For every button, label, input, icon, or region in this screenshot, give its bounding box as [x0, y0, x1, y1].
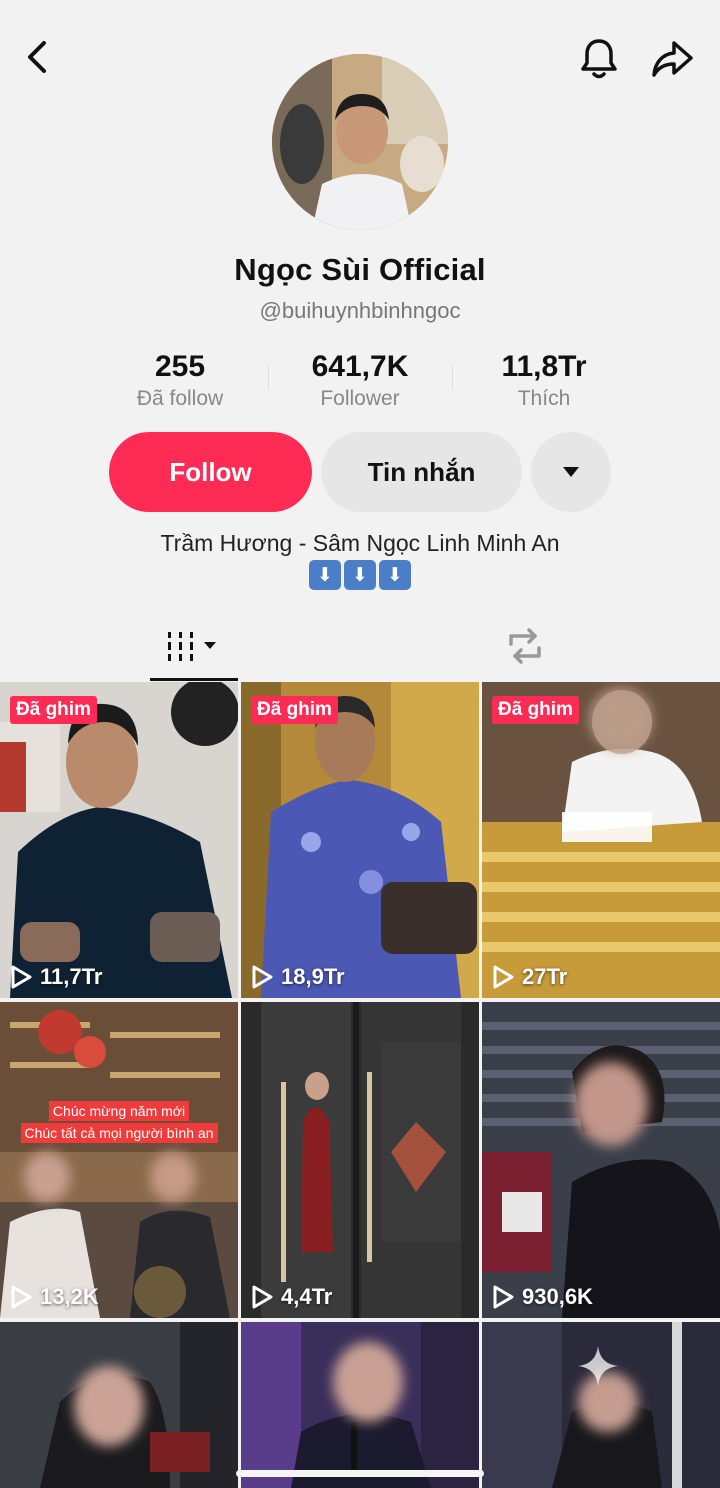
stat-divider	[452, 366, 453, 390]
blurred-face	[590, 688, 652, 750]
view-count: 13,2K	[10, 1284, 99, 1310]
back-button[interactable]	[14, 34, 60, 80]
bio-emoji-row: ⬇ ⬇ ⬇	[0, 560, 720, 590]
video-thumbnail[interactable]: Đã ghim 11,7Tr	[0, 682, 238, 998]
more-options-button[interactable]	[531, 432, 611, 512]
caret-down-icon	[563, 467, 579, 477]
stat-followers-label: Follower	[320, 387, 400, 410]
home-indicator[interactable]	[236, 1470, 484, 1477]
down-arrow-emoji-icon: ⬇	[309, 560, 341, 590]
stat-followers[interactable]: 641,7K Follower	[280, 348, 440, 412]
profile-bio: Trầm Hương - Sâm Ngọc Linh Minh An	[160, 530, 560, 556]
view-count-value: 27Tr	[522, 964, 568, 989]
pinned-badge: Đã ghim	[10, 696, 97, 724]
video-thumbnail-image	[241, 682, 479, 998]
stat-following-value: 255	[154, 350, 206, 383]
message-button[interactable]: Tin nhắn	[321, 432, 522, 512]
video-caption: Chúc mừng năm mới Chúc tất cả mọi người …	[12, 1100, 226, 1144]
play-icon	[11, 1285, 32, 1309]
view-count-value: 11,7Tr	[40, 964, 103, 989]
play-icon	[252, 965, 273, 989]
view-count: 27Tr	[492, 964, 567, 990]
follow-button[interactable]: Follow	[109, 432, 312, 512]
view-count-value: 13,2K	[40, 1284, 99, 1309]
share-arrow-icon	[652, 41, 693, 77]
view-count: 11,7Tr	[10, 964, 102, 990]
stat-divider	[268, 366, 269, 390]
video-caption-line: Chúc tất cả mọi người bình an	[20, 1123, 218, 1143]
blurred-face	[150, 1152, 196, 1202]
share-button[interactable]	[646, 34, 698, 84]
stat-following-label: Đã follow	[136, 387, 224, 410]
active-tab-indicator	[150, 678, 238, 681]
video-grid: Đã ghim 11,7Tr Đã ghim 18,9Tr Đã ghim 27…	[0, 682, 720, 1488]
video-thumbnail-image	[482, 1002, 720, 1318]
video-thumbnail[interactable]: Đã ghim 27Tr	[482, 682, 720, 998]
play-icon	[11, 965, 32, 989]
play-icon	[493, 1285, 514, 1309]
play-icon	[493, 965, 514, 989]
view-count: 930,6K	[492, 1284, 593, 1310]
video-thumbnail[interactable]	[482, 1322, 720, 1488]
view-count: 18,9Tr	[251, 964, 345, 990]
sparkle-icon	[578, 1346, 618, 1386]
content-tabs	[0, 614, 720, 680]
video-thumbnail[interactable]: 930,6K	[482, 1002, 720, 1318]
blurred-face	[74, 1366, 144, 1446]
down-arrow-emoji-icon: ⬇	[344, 560, 376, 590]
profile-name: Ngọc Sùi Official	[234, 252, 486, 287]
video-caption-line: Chúc mừng năm mới	[48, 1101, 190, 1121]
video-thumbnail-image	[241, 1002, 479, 1318]
blurred-face	[24, 1152, 70, 1202]
avatar-image	[272, 54, 448, 230]
chevron-left-icon	[28, 41, 46, 73]
profile-avatar[interactable]	[272, 54, 448, 230]
blurred-face	[574, 1062, 648, 1146]
pinned-badge: Đã ghim	[492, 696, 579, 724]
view-count: 4,4Tr	[251, 1284, 332, 1310]
play-icon	[252, 1285, 273, 1309]
stat-likes-label: Thích	[517, 387, 571, 410]
profile-stats: 255 Đã follow 641,7K Follower 11,8Tr Thí…	[100, 348, 620, 418]
video-thumbnail[interactable]: Chúc mừng năm mới Chúc tất cả mọi người …	[0, 1002, 238, 1318]
repost-icon	[509, 628, 541, 664]
bell-icon	[581, 39, 617, 79]
video-thumbnail[interactable]: Đã ghim 18,9Tr	[241, 682, 479, 998]
view-count-value: 930,6K	[522, 1284, 593, 1309]
notification-button[interactable]	[574, 34, 624, 84]
blurred-face	[333, 1342, 403, 1422]
video-thumbnail[interactable]	[0, 1322, 238, 1488]
stat-following[interactable]: 255 Đã follow	[100, 348, 260, 412]
down-arrow-emoji-icon: ⬇	[379, 560, 411, 590]
stat-likes[interactable]: 11,8Tr Thích	[464, 348, 624, 412]
video-thumbnail[interactable]	[241, 1322, 479, 1488]
stat-followers-value: 641,7K	[311, 350, 409, 383]
stat-likes-value: 11,8Tr	[501, 350, 587, 383]
grid-bars-icon	[168, 632, 216, 661]
pinned-badge: Đã ghim	[251, 696, 338, 724]
view-count-value: 4,4Tr	[281, 1284, 333, 1309]
profile-handle: @buihuynhbinhngoc	[259, 298, 461, 323]
tab-videos[interactable]	[150, 614, 238, 678]
video-thumbnail[interactable]: 4,4Tr	[241, 1002, 479, 1318]
view-count-value: 18,9Tr	[281, 964, 345, 989]
video-thumbnail-image	[0, 682, 238, 998]
tab-reposts[interactable]	[480, 614, 570, 678]
